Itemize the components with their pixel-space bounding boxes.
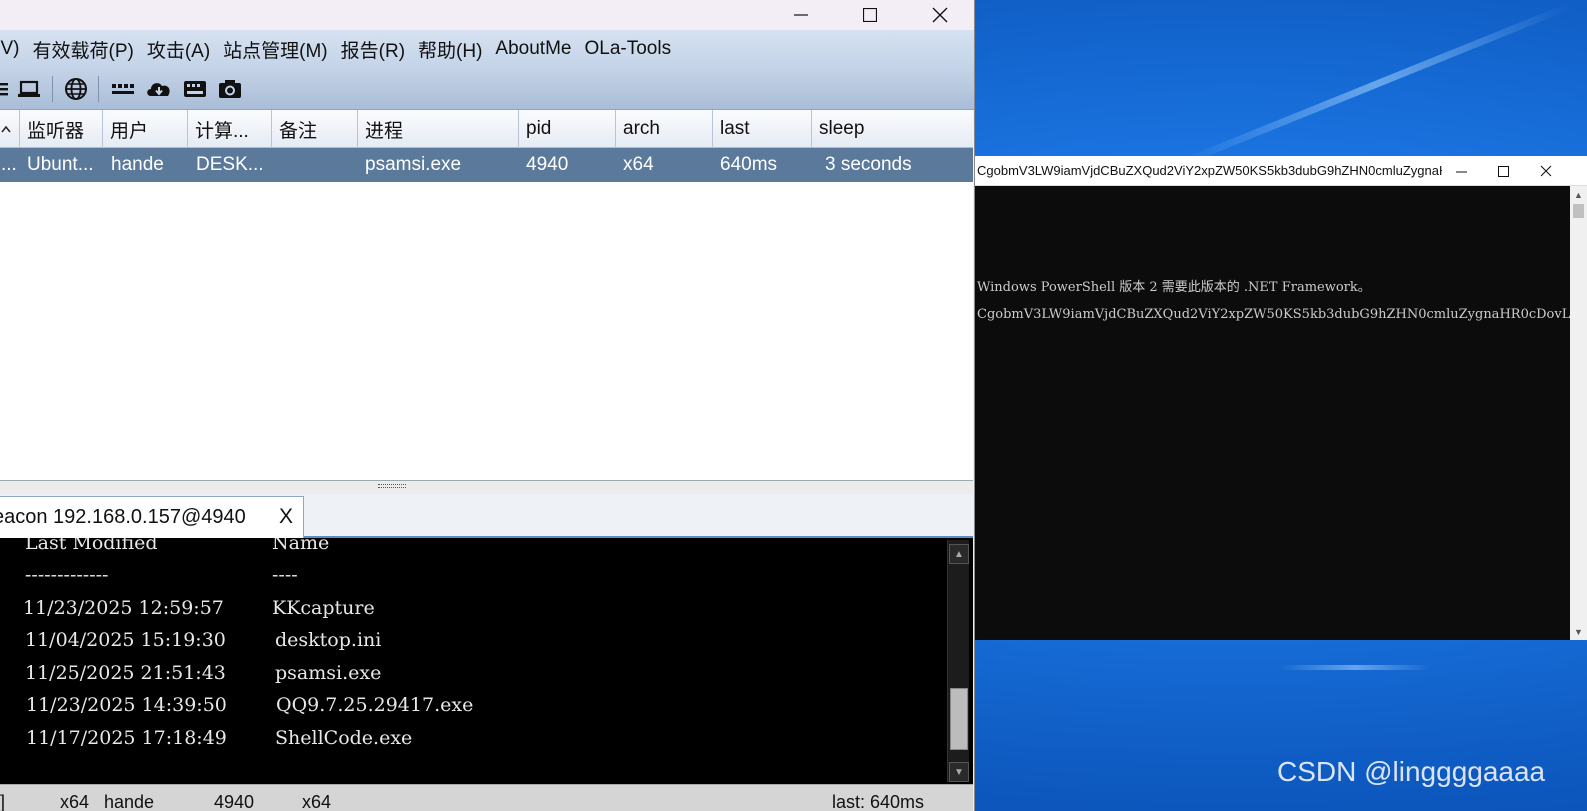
console-entry-modified: 11/23/2025 12:59:57 [23,597,224,619]
toolbar-separator [52,76,53,102]
powershell-scrollbar[interactable]: ▲ ▼ [1570,186,1587,640]
close-icon[interactable] [917,0,963,30]
console-header-modified: Last Modified [25,538,158,554]
menu-help[interactable]: 帮助(H) [412,36,489,63]
cell-listener: Ubunt... [27,154,94,175]
menu-view[interactable]: V) [0,38,26,60]
close-icon[interactable] [1525,156,1567,186]
minimize-icon[interactable] [1440,156,1482,186]
console-divider-name: ---- [272,564,298,586]
table-row[interactable]: ... Ubunt... hande DESK... psamsi.exe 49… [0,148,973,182]
cell-last: 640ms [720,154,778,175]
toolbar [0,68,974,110]
tab-close-button[interactable]: X [279,505,293,529]
cell-process: psamsi.exe [365,154,462,175]
maximize-icon[interactable] [847,0,893,30]
column-header-computer[interactable]: 计算... [188,110,272,148]
cell-arch: x64 [623,154,654,175]
menu-site-management[interactable]: 站点管理(M) [217,36,334,63]
toolbar-separator [98,76,99,102]
menu-report[interactable]: 报告(R) [334,36,411,63]
status-arch: x64 [60,792,90,811]
status-bar: ] x64 hande 4940 x64 last: 640ms [0,784,973,811]
console-header-name: Name [272,538,330,554]
column-header-arch[interactable]: arch [616,110,713,148]
status-pid: 4940 [214,792,255,811]
powershell-output-line: CgobmV3LW9iamVjdCBuZXQud2ViY2xpZW50KS5kb… [977,307,1587,322]
menu-about-me[interactable]: AboutMe [489,38,578,60]
laptop-icon[interactable] [15,76,43,102]
menu-ola-tools[interactable]: OLa-Tools [578,38,678,60]
console-scrollbar[interactable]: ▲ ▼ [947,540,969,782]
cell-external: ... [1,154,17,175]
scroll-up-icon[interactable]: ▲ [949,544,969,564]
console-entry-modified: 11/17/2025 17:18:49 [26,727,227,749]
column-header-sleep[interactable]: sleep [812,110,973,148]
column-header-pid[interactable]: pid [519,110,616,148]
status-arch-2: x64 [302,792,332,811]
cobalt-strike-window: V) 有效载荷(P) 攻击(A) 站点管理(M) 报告(R) 帮助(H) Abo… [0,0,975,811]
column-header-user[interactable]: 用户 [103,110,188,148]
keyboard-icon[interactable] [181,76,209,102]
cell-sleep: 3 seconds [825,154,912,175]
column-header-listener[interactable]: 监听器 [20,110,103,148]
cell-computer: DESK... [196,154,264,175]
console-entry-name: QQ9.7.25.29417.exe [276,694,474,716]
console-entry-modified: 11/25/2025 21:51:43 [25,662,226,684]
splitter-grip-icon [378,484,406,488]
powershell-titlebar: CgobmV3LW9iamVjdCBuZXQud2ViY2xpZW50KS5kb… [975,156,1587,186]
console-entry-name: psamsi.exe [275,662,382,684]
console-divider-modified: ------------- [25,564,109,586]
menu-attack[interactable]: 攻击(A) [140,36,216,63]
camera-icon[interactable] [216,76,244,102]
maximize-icon[interactable] [1482,156,1524,186]
status-last: last: 640ms [832,792,925,811]
console-entry-name: KKcapture [272,597,375,619]
tab-beacon[interactable]: eacon 192.168.0.157@4940 X [0,496,304,538]
cloud-download-icon[interactable] [145,76,173,102]
powershell-output-line: Windows PowerShell 版本 2 需要此版本的 .NET Fram… [977,280,1371,295]
globe-icon[interactable] [62,76,90,102]
keyboard-small-icon[interactable] [109,76,137,102]
scroll-down-icon[interactable]: ▼ [1570,623,1587,640]
column-header-process[interactable]: 进程 [358,110,519,148]
beacon-table: 监听器 用户 计算... 备注 进程 pid arch last sleep .… [0,110,973,480]
scrollbar-thumb[interactable] [1573,204,1584,218]
powershell-title: CgobmV3LW9iamVjdCBuZXQud2ViY2xpZW50KS5kb… [977,163,1442,178]
console-entry-name: desktop.ini [275,629,382,651]
console-entry-modified: 11/04/2025 15:19:30 [25,629,226,651]
status-user: hande [104,792,155,811]
menu-payload[interactable]: 有效载荷(P) [26,36,140,63]
powershell-window: CgobmV3LW9iamVjdCBuZXQud2ViY2xpZW50KS5kb… [975,156,1587,640]
status-fragment: ] [0,792,6,811]
beacon-console[interactable]: Last Modified Name ------------- ---- 11… [0,538,973,784]
column-header-last[interactable]: last [713,110,812,148]
tab-beacon-label: eacon 192.168.0.157@4940 [0,506,246,528]
pane-splitter[interactable] [0,480,973,494]
console-entry-name: ShellCode.exe [275,727,413,749]
cell-user: hande [111,154,164,175]
window-titlebar [0,0,974,30]
menu-bar: V) 有效载荷(P) 攻击(A) 站点管理(M) 报告(R) 帮助(H) Abo… [0,30,974,68]
minimize-icon[interactable] [778,0,824,30]
scroll-down-icon[interactable]: ▼ [949,762,969,782]
list-icon[interactable] [0,76,14,102]
console-entry-modified: 11/23/2025 14:39:50 [26,694,227,716]
scrollbar-thumb[interactable] [950,688,968,750]
column-header-note[interactable]: 备注 [272,110,358,148]
column-header-sort[interactable] [0,110,20,148]
table-header: 监听器 用户 计算... 备注 进程 pid arch last sleep [0,110,973,148]
scroll-up-icon[interactable]: ▲ [1570,186,1587,203]
powershell-console[interactable]: Windows PowerShell 版本 2 需要此版本的 .NET Fram… [975,186,1587,640]
watermark: CSDN @linggggaaaa [1277,756,1546,787]
cell-note [272,148,358,182]
tab-bar: eacon 192.168.0.157@4940 X [0,494,973,538]
cell-pid: 4940 [526,154,569,175]
